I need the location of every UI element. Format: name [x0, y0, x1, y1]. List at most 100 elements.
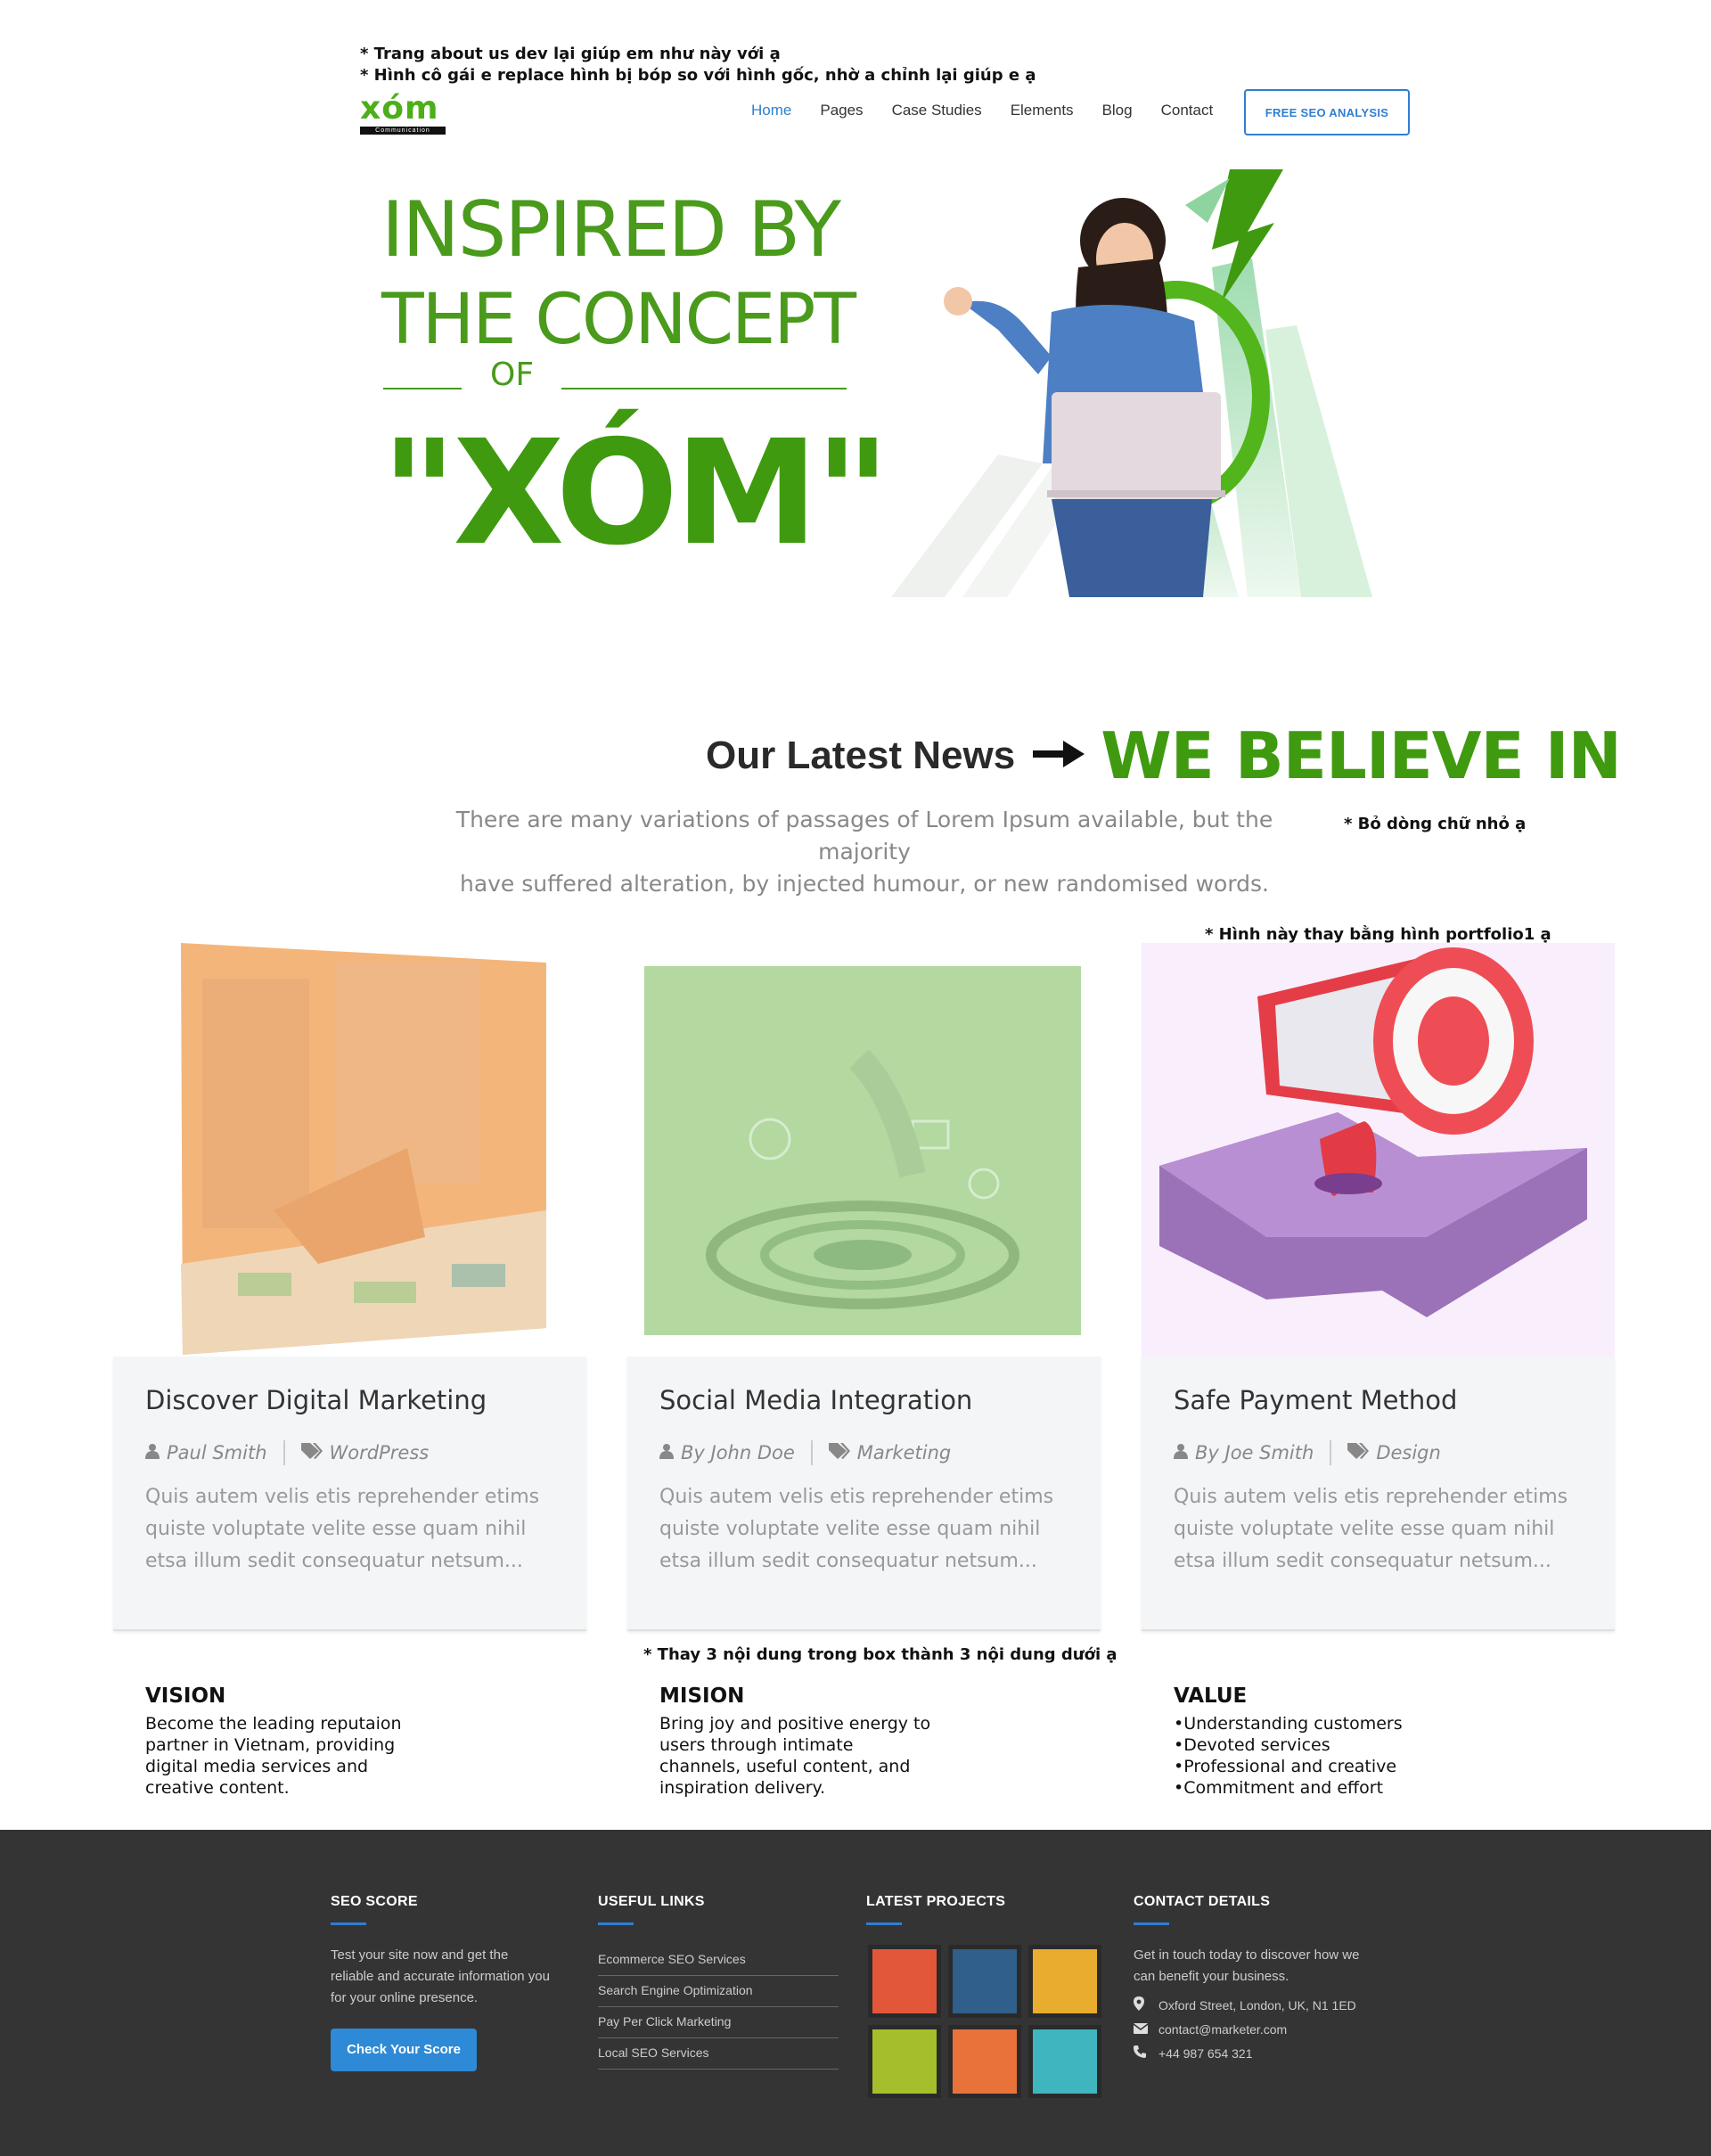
section-new-title: WE BELIEVE IN — [1101, 718, 1622, 793]
value-item: Professional and creative — [1174, 1756, 1477, 1777]
note-subtitle: * Bỏ dòng chữ nhỏ ạ — [1344, 815, 1527, 833]
card-excerpt: Quis autem velis etis reprehender etims … — [1174, 1486, 1568, 1572]
mission-block: MISION Bring joy and positive energy to … — [659, 1685, 962, 1799]
card-image — [113, 943, 586, 1357]
contact-phone[interactable]: +44 987 654 321 — [1158, 2046, 1253, 2061]
hero-line-2: THE CONCEPT — [381, 280, 856, 360]
footer-contact-details: CONTACT DETAILS Get in touch today to di… — [1133, 1894, 1392, 2061]
page: { "notes": { "top_line1": "* Trang about… — [0, 0, 1711, 2156]
card-title[interactable]: Safe Payment Method — [1174, 1385, 1457, 1415]
arrow-right-icon — [1033, 740, 1085, 772]
contact-email[interactable]: contact@marketer.com — [1158, 2022, 1287, 2037]
mission-text: Bring joy and positive energy to users t… — [659, 1714, 931, 1798]
footer-contact-text: Get in touch today to discover how we ca… — [1134, 1947, 1360, 1984]
hero-woman-image — [891, 169, 1372, 597]
footer-link[interactable]: Pay Per Click Marketing — [598, 2007, 839, 2038]
card-meta: Paul Smith WordPress — [145, 1440, 429, 1465]
section-old-title: Our Latest News — [706, 734, 1016, 777]
hero-rule-right — [561, 388, 847, 389]
vision-text: Become the leading reputaion partner in … — [145, 1714, 402, 1798]
nav-case-studies[interactable]: Case Studies — [892, 102, 982, 119]
footer-contact-title: CONTACT DETAILS — [1134, 1894, 1271, 1909]
tag-icon — [1347, 1442, 1370, 1463]
card-meta: By Joe Smith Design — [1174, 1440, 1441, 1465]
footer-link[interactable]: Ecommerce SEO Services — [598, 1945, 839, 1976]
value-block: VALUE Understanding customers Devoted se… — [1174, 1685, 1477, 1799]
logo[interactable]: xóm Communication — [360, 93, 453, 137]
note-top-1: * Trang about us dev lại giúp em như này… — [360, 45, 781, 63]
check-your-score-button[interactable]: Check Your Score — [331, 2029, 477, 2071]
hero-line-4: "XÓM" — [381, 410, 890, 578]
card-image — [1142, 943, 1615, 1357]
contact-email-row: contact@marketer.com — [1133, 2022, 1392, 2037]
meta-divider — [282, 1440, 285, 1465]
value-item: Commitment and effort — [1174, 1777, 1477, 1799]
footer-link[interactable]: Search Engine Optimization — [598, 1976, 839, 2007]
footer-title-underline — [598, 1922, 634, 1925]
footer-title-underline — [866, 1922, 902, 1925]
card-meta: By John Doe Marketing — [659, 1440, 951, 1465]
meta-divider — [1330, 1440, 1332, 1465]
main-nav: Home Pages Case Studies Elements Blog Co… — [751, 102, 1241, 119]
nav-elements[interactable]: Elements — [1011, 102, 1074, 119]
card-body: Discover Digital Marketing Paul Smith Wo… — [113, 1357, 586, 1631]
section-subtitle: There are many variations of passages of… — [446, 804, 1283, 900]
card-excerpt: Quis autem velis etis reprehender etims … — [145, 1486, 540, 1572]
project-grid — [866, 1945, 1107, 2105]
footer-latest-projects: LATEST PROJECTS — [866, 1894, 1107, 2108]
news-card[interactable]: Safe Payment Method By Joe Smith Design … — [1142, 943, 1615, 1631]
map-pin-icon — [1134, 1996, 1158, 2013]
section-title-row: Our Latest News WE BELIEVE IN — [706, 718, 1622, 793]
free-seo-analysis-button[interactable]: FREE SEO ANALYSIS — [1244, 89, 1410, 135]
mission-title: MISION — [659, 1685, 745, 1708]
value-list: Understanding customers Devoted services… — [1174, 1713, 1477, 1799]
vision-block: VISION Become the leading reputaion part… — [145, 1685, 448, 1799]
value-item: Understanding customers — [1174, 1713, 1477, 1734]
card-author[interactable]: Paul Smith — [167, 1442, 267, 1463]
nav-pages[interactable]: Pages — [820, 102, 863, 119]
contact-phone-row: +44 987 654 321 — [1134, 2045, 1392, 2061]
footer-seo-score: SEO SCORE Test your site now and get the… — [331, 1894, 553, 2071]
note-box: * Thay 3 nội dung trong box thành 3 nội … — [643, 1645, 1117, 1664]
footer-title-underline — [331, 1922, 366, 1925]
news-card[interactable]: Social Media Integration By John Doe Mar… — [627, 943, 1101, 1631]
vision-title: VISION — [145, 1685, 226, 1708]
logo-wordmark: xóm — [360, 90, 439, 127]
contact-address-row: Oxford Street, London, UK, N1 1ED — [1134, 1996, 1392, 2013]
project-thumbnail[interactable] — [948, 2025, 1021, 2098]
card-title[interactable]: Discover Digital Marketing — [145, 1385, 487, 1415]
subtitle-line-1: There are many variations of passages of… — [455, 807, 1273, 865]
card-author[interactable]: By John Doe — [681, 1442, 795, 1463]
nav-contact[interactable]: Contact — [1161, 102, 1214, 119]
user-icon — [145, 1442, 160, 1463]
news-card[interactable]: Discover Digital Marketing Paul Smith Wo… — [113, 943, 586, 1631]
footer-link[interactable]: Local SEO Services — [598, 2038, 839, 2070]
project-thumbnail[interactable] — [868, 2025, 941, 2098]
footer-links-title: USEFUL LINKS — [598, 1894, 705, 1909]
user-icon — [659, 1442, 674, 1463]
project-thumbnail[interactable] — [1028, 1945, 1101, 2018]
contact-address: Oxford Street, London, UK, N1 1ED — [1158, 1997, 1356, 2013]
project-thumbnail[interactable] — [948, 1945, 1021, 2018]
card-title[interactable]: Social Media Integration — [659, 1385, 972, 1415]
hero-line-1: INSPIRED BY — [381, 185, 841, 275]
project-thumbnail[interactable] — [1028, 2025, 1101, 2098]
value-title: VALUE — [1174, 1685, 1248, 1708]
card-body: Safe Payment Method By Joe Smith Design … — [1142, 1357, 1615, 1631]
footer-seo-text: Test your site now and get the reliable … — [331, 1947, 550, 2005]
card-body: Social Media Integration By John Doe Mar… — [627, 1357, 1101, 1631]
card-category[interactable]: Design — [1376, 1442, 1441, 1463]
value-item: Devoted services — [1174, 1734, 1477, 1756]
project-thumbnail[interactable] — [868, 1945, 941, 2018]
card-category[interactable]: Marketing — [857, 1442, 951, 1463]
hero-line-3: OF — [490, 357, 535, 393]
card-author[interactable]: By Joe Smith — [1195, 1442, 1314, 1463]
card-image — [627, 943, 1101, 1357]
nav-home[interactable]: Home — [751, 102, 791, 119]
nav-blog[interactable]: Blog — [1102, 102, 1133, 119]
meta-divider — [810, 1440, 813, 1465]
card-category[interactable]: WordPress — [330, 1442, 430, 1463]
note-top-2: * Hình cô gái e replace hình bị bóp so v… — [360, 66, 1036, 85]
footer-seo-title: SEO SCORE — [331, 1894, 418, 1909]
tag-icon — [828, 1442, 850, 1463]
